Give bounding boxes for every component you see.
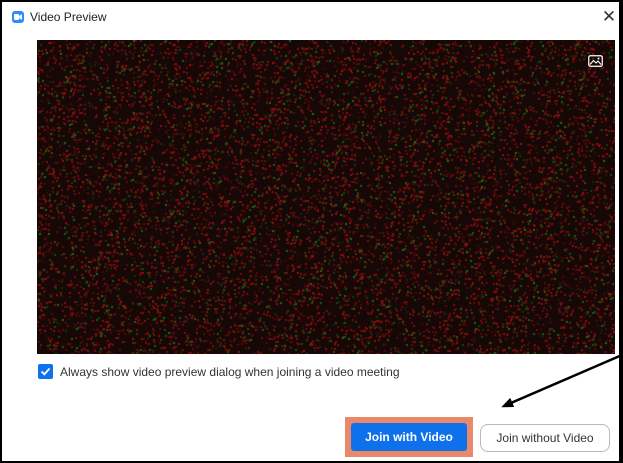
title-bar: Video Preview ✕: [2, 2, 619, 32]
close-icon[interactable]: ✕: [599, 8, 619, 26]
checkmark-icon: [40, 367, 51, 376]
join-with-video-button[interactable]: Join with Video: [351, 423, 467, 451]
join-with-video-highlight: Join with Video: [345, 417, 473, 457]
zoom-camera-icon: [12, 11, 24, 23]
join-without-video-button[interactable]: Join without Video: [480, 424, 610, 452]
background-image-icon[interactable]: [588, 54, 603, 67]
video-preview: [37, 40, 615, 354]
video-noise: [37, 40, 615, 354]
always-show-preview-checkbox[interactable]: [38, 364, 53, 379]
always-show-preview-label: Always show video preview dialog when jo…: [60, 365, 400, 379]
video-preview-dialog: Video Preview ✕ Always show video previe…: [2, 2, 619, 461]
window-title: Video Preview: [30, 10, 107, 24]
